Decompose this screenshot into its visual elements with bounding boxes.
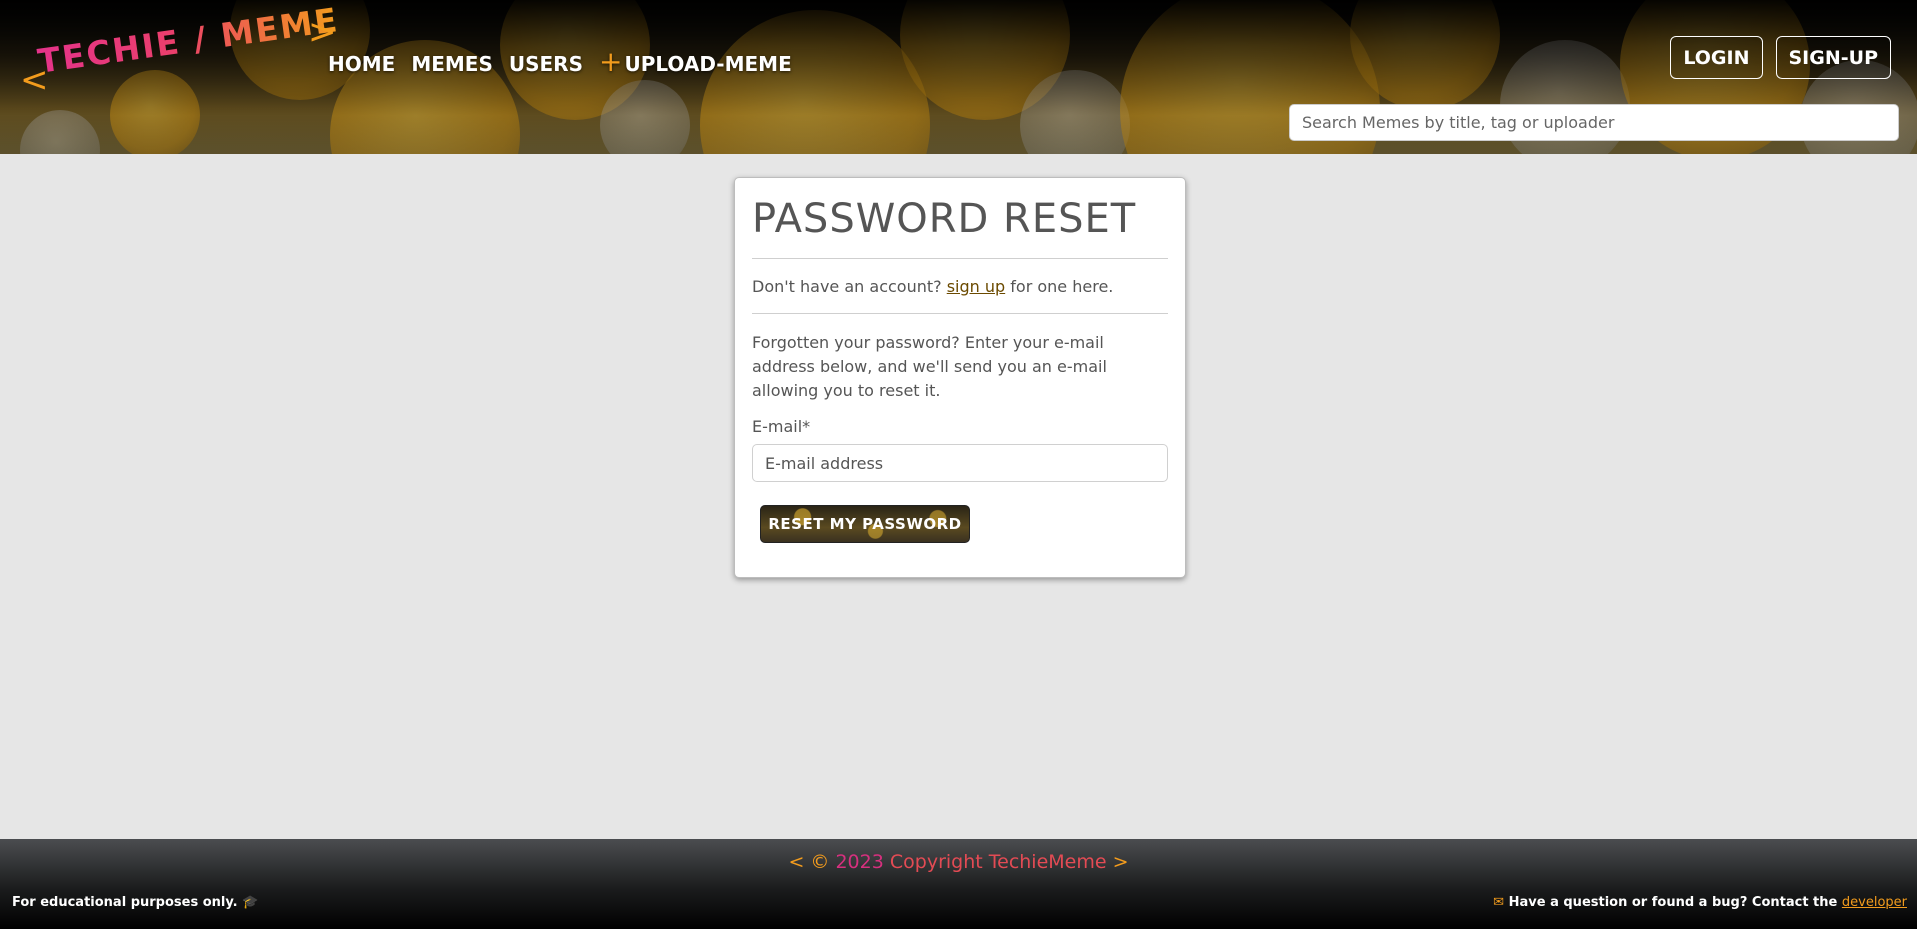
page-title: PASSWORD RESET xyxy=(752,196,1137,242)
site-header: < TECHIE / MEME > HOME MEMES USERS + UPLO… xyxy=(0,0,1917,154)
copyright-icon: © xyxy=(810,851,830,873)
main-nav: HOME MEMES USERS + UPLOAD-MEME xyxy=(328,48,792,77)
login-button[interactable]: LOGIN xyxy=(1670,36,1763,79)
password-reset-card: PASSWORD RESET Don't have an account? si… xyxy=(734,177,1186,578)
nav-home[interactable]: HOME xyxy=(328,52,395,76)
signup-prompt: Don't have an account? sign up for one h… xyxy=(752,277,1114,296)
signup-button[interactable]: SIGN-UP xyxy=(1775,36,1891,79)
site-footer: < © 2023 Copyright TechieMeme > For educ… xyxy=(0,839,1917,929)
developer-link[interactable]: developer xyxy=(1842,895,1907,910)
signup-link[interactable]: sign up xyxy=(947,277,1005,296)
nav-upload-meme-label: UPLOAD-MEME xyxy=(624,52,792,76)
educational-note: For educational purposes only. 🎓 xyxy=(12,895,259,910)
envelope-icon: ✉ xyxy=(1493,895,1505,910)
plus-icon: + xyxy=(598,45,623,78)
divider xyxy=(752,258,1168,259)
auth-buttons: LOGIN SIGN-UP xyxy=(1670,36,1891,79)
nav-upload-meme[interactable]: + UPLOAD-MEME xyxy=(599,48,792,77)
reset-instructions: Forgotten your password? Enter your e-ma… xyxy=(752,333,1107,400)
divider xyxy=(752,313,1168,314)
email-field[interactable] xyxy=(752,444,1168,482)
contact-note: ✉ Have a question or found a bug? Contac… xyxy=(1493,895,1907,910)
chevron-left-icon: < xyxy=(788,851,805,873)
nav-users[interactable]: USERS xyxy=(509,52,583,76)
reset-password-button[interactable]: RESET MY PASSWORD xyxy=(760,505,970,543)
copyright-year: 2023 xyxy=(835,851,884,873)
copyright-text: Copyright TechieMeme xyxy=(889,851,1107,873)
search-input[interactable] xyxy=(1289,104,1899,141)
copyright: < © 2023 Copyright TechieMeme > xyxy=(0,851,1917,873)
site-logo[interactable]: < TECHIE / MEME > xyxy=(20,0,341,104)
logo-chevron-right: > xyxy=(308,12,337,52)
chevron-right-icon: > xyxy=(1112,851,1129,873)
graduation-cap-icon: 🎓 xyxy=(242,895,259,910)
email-label: E-mail* xyxy=(752,417,811,436)
nav-memes[interactable]: MEMES xyxy=(411,52,493,76)
